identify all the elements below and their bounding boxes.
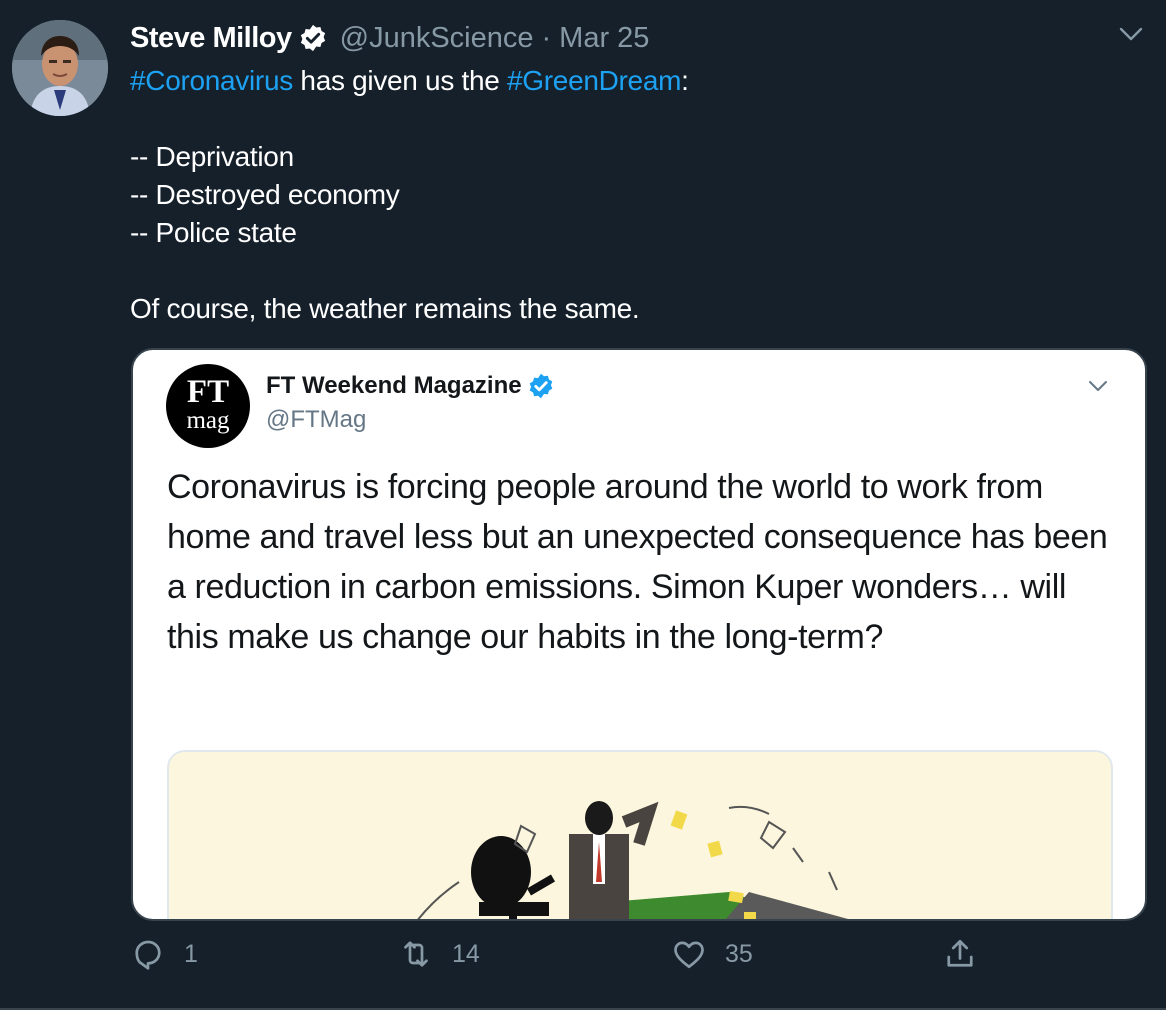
chevron-down-icon[interactable] — [1118, 24, 1144, 44]
share-action[interactable] — [942, 936, 978, 972]
hashtag-link[interactable]: #GreenDream — [507, 65, 681, 96]
like-action[interactable]: 35 — [671, 936, 753, 972]
reply-count: 1 — [184, 939, 198, 968]
tweet-date[interactable]: Mar 25 — [559, 22, 649, 55]
list-item: -- Police state — [130, 217, 297, 248]
like-count: 35 — [725, 939, 753, 968]
tweet-text-line: #Coronavirus has given us the #GreenDrea… — [130, 62, 1130, 100]
list-item: -- Deprivation — [130, 141, 294, 172]
quoted-author-name-row: FT Weekend Magazine — [266, 372, 567, 400]
heart-icon — [674, 941, 704, 969]
verified-badge-icon — [529, 373, 552, 399]
retweet-count: 14 — [452, 939, 480, 968]
author-display-name[interactable]: Steve Milloy — [130, 22, 292, 55]
share-icon — [947, 939, 973, 967]
hashtag-link[interactable]: #Coronavirus — [130, 65, 293, 96]
tweet-header: Steve Milloy @JunkScience · Mar 25 — [130, 18, 649, 58]
header-separator: · — [541, 21, 552, 54]
quoted-author-display-name[interactable]: FT Weekend Magazine — [266, 372, 522, 400]
reply-icon — [135, 940, 161, 970]
logo-text-top: FT — [186, 374, 230, 410]
author-handle[interactable]: @JunkScience — [340, 22, 534, 55]
tweet-text-closing: Of course, the weather remains the same. — [130, 293, 640, 324]
tweet-text-fragment: : — [681, 65, 689, 96]
reply-action[interactable]: 1 — [130, 936, 198, 972]
verified-badge-icon — [300, 24, 325, 52]
logo-text-bottom: mag — [186, 407, 230, 434]
quoted-author-handle[interactable]: @FTMag — [266, 406, 366, 434]
ft-mag-logo[interactable]: FT mag — [166, 364, 250, 448]
avatar[interactable] — [12, 20, 108, 116]
avatar-photo — [12, 20, 108, 116]
retweet-action[interactable]: 14 — [398, 936, 480, 972]
quoted-tweet-text: Coronavirus is forcing people around the… — [167, 468, 1108, 656]
tweet-text-fragment: has given us the — [292, 65, 508, 96]
tweet[interactable]: Steve Milloy @JunkScience · Mar 25 #Coro… — [0, 0, 1166, 1010]
illustration-office-scene — [169, 752, 1111, 919]
list-item: -- Destroyed economy — [130, 179, 400, 210]
tweet-actions: 1 14 35 — [0, 936, 1166, 986]
quoted-tweet-card[interactable]: FT mag FT Weekend Magazine @FTMag Corona… — [131, 348, 1147, 921]
retweet-icon — [404, 941, 428, 967]
quoted-tweet-illustration[interactable] — [167, 750, 1113, 919]
tweet-text: #Coronavirus has given us the #GreenDrea… — [130, 62, 1130, 328]
chevron-down-icon[interactable] — [1087, 378, 1109, 394]
